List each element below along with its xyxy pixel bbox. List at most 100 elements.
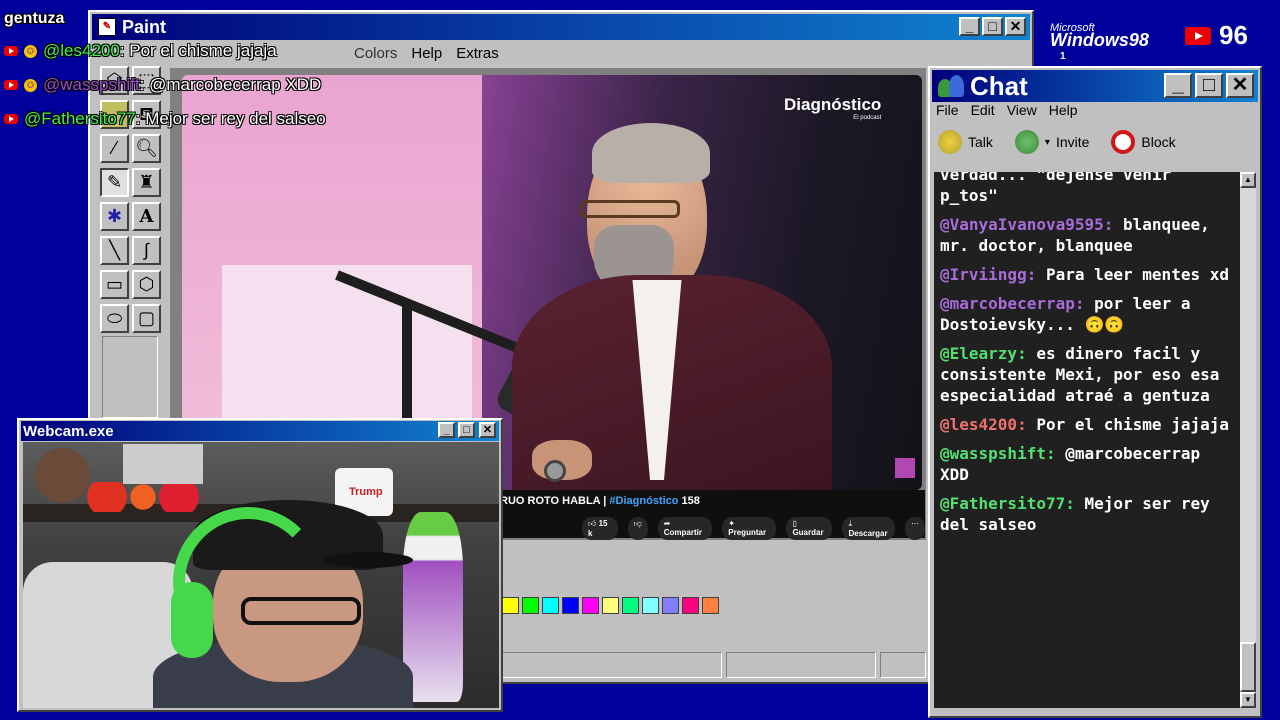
palette-swatch[interactable] xyxy=(542,597,559,614)
color-picker-tool[interactable]: ⁄ xyxy=(100,134,129,163)
palette-swatch[interactable] xyxy=(582,597,599,614)
curve-tool[interactable]: ∫ xyxy=(132,236,161,265)
chat-maximize-button[interactable]: □ xyxy=(1195,73,1223,98)
overlay-user-3: @Fathersito77 xyxy=(24,109,136,128)
chat-menu-view[interactable]: View xyxy=(1007,102,1037,118)
chat-scrollbar[interactable]: ▲ ▼ xyxy=(1240,172,1256,708)
maximize-button[interactable]: □ xyxy=(982,17,1003,36)
chat-window: Chat _ □ ✕ File Edit View Help Talk ▾ Inv… xyxy=(928,66,1262,718)
chat-message: @wasspshift: @marcobecerrap XDD xyxy=(934,443,1240,485)
brush-tool[interactable]: ♜ xyxy=(132,168,161,197)
menu-extras[interactable]: Extras xyxy=(456,45,499,62)
save-button[interactable]: ▯ Guardar xyxy=(786,517,833,540)
palette-swatch[interactable] xyxy=(642,597,659,614)
webcam-minimize-button[interactable]: _ xyxy=(438,422,455,438)
polygon-tool[interactable]: ⬡ xyxy=(132,270,161,299)
chat-people-icon xyxy=(936,73,966,99)
like-button[interactable]: 👍︎ 15 k xyxy=(582,517,618,540)
chat-message: @les4200: Por el chisme jajaja xyxy=(934,414,1240,435)
youtube-icon xyxy=(4,114,18,124)
chat-menu-help[interactable]: Help xyxy=(1049,102,1078,118)
webcam-titlebar[interactable]: Webcam.exe _ □ ✕ xyxy=(21,421,499,441)
more-button[interactable]: ⋯ xyxy=(904,517,925,540)
palette-swatch[interactable] xyxy=(682,597,699,614)
chat-username[interactable]: @VanyaIvanova9595: xyxy=(940,215,1113,234)
scroll-thumb[interactable] xyxy=(1240,642,1256,692)
chat-toolbar: Talk ▾ Invite Block xyxy=(938,130,1176,154)
chat-message: verdad... "dejense venir p_tos" xyxy=(934,172,1240,206)
paint-title: Paint xyxy=(122,16,167,37)
chat-username[interactable]: @marcobecerrap: xyxy=(940,294,1085,313)
brand-sub: El podcast xyxy=(853,115,882,121)
chat-menubar: File Edit View Help xyxy=(936,102,1078,118)
download-button[interactable]: ⤓ Descargar xyxy=(842,517,895,540)
chat-close-button[interactable]: ✕ xyxy=(1226,73,1254,98)
menu-help[interactable]: Help xyxy=(411,45,442,62)
close-button[interactable]: ✕ xyxy=(1005,17,1026,36)
chat-minimize-button[interactable]: _ xyxy=(1164,73,1192,98)
chat-titlebar[interactable]: Chat _ □ ✕ xyxy=(932,70,1258,102)
text-tool[interactable]: A xyxy=(132,202,161,231)
palette-swatch[interactable] xyxy=(662,597,679,614)
ask-button[interactable]: ✦ Preguntar xyxy=(722,517,777,540)
scroll-up-button[interactable]: ▲ xyxy=(1240,172,1256,188)
paper-towel-label: Trump xyxy=(349,486,383,498)
chat-username[interactable]: @Irviingg: xyxy=(940,265,1036,284)
chat-text: verdad... "dejense venir p_tos" xyxy=(940,172,1172,205)
dislike-button[interactable]: 👎︎ xyxy=(627,517,648,540)
corner-logo xyxy=(895,458,915,478)
rounded-rect-tool[interactable]: ▢ xyxy=(132,304,161,333)
chat-message: @Irviingg: Para leer mentes xd xyxy=(934,264,1240,285)
status-cell-2 xyxy=(726,652,876,678)
chat-username[interactable]: @Elearzy: xyxy=(940,344,1027,363)
palette-swatch[interactable] xyxy=(702,597,719,614)
host-glasses xyxy=(580,200,680,218)
win98-num: 1 xyxy=(1060,51,1066,62)
pencil-tool[interactable]: ✎ xyxy=(100,168,129,197)
palette-swatch[interactable] xyxy=(602,597,619,614)
webcam-close-button[interactable]: ✕ xyxy=(479,422,496,438)
overlay-top-user: gentuza xyxy=(4,10,65,27)
color-palette xyxy=(502,597,719,614)
status-cell-1 xyxy=(500,652,722,678)
share-button[interactable]: ➦ Compartir xyxy=(657,517,713,540)
scroll-down-button[interactable]: ▼ xyxy=(1240,692,1256,708)
rectangle-tool[interactable]: ▭ xyxy=(100,270,129,299)
chat-username[interactable]: @Fathersito77: xyxy=(940,494,1075,513)
flowers xyxy=(83,482,203,512)
chat-username[interactable]: @les4200: xyxy=(940,415,1027,434)
streamer-glasses xyxy=(241,597,361,625)
ellipse-tool[interactable]: ⬭ xyxy=(100,304,129,333)
overlay-chat-line-2: ✪ @wasspshift : @marcobecerrap XDD xyxy=(4,74,321,96)
overlay-user-2: @wasspshift xyxy=(43,75,140,94)
palette-swatch[interactable] xyxy=(562,597,579,614)
chat-username[interactable]: @wasspshift: xyxy=(940,444,1056,463)
talk-button[interactable]: Talk xyxy=(938,130,993,154)
subscriber-count: 96 xyxy=(1219,20,1248,50)
chat-text: Para leer mentes xd xyxy=(1036,265,1229,284)
chat-menu-file[interactable]: File xyxy=(936,102,959,118)
palette-swatch[interactable] xyxy=(522,597,539,614)
line-tool[interactable]: ╲ xyxy=(100,236,129,265)
airbrush-tool[interactable]: ✱ xyxy=(100,202,129,231)
paint-titlebar[interactable]: ✎ Paint _ □ ✕ xyxy=(92,14,1030,40)
block-icon xyxy=(1111,130,1136,154)
youtube-plaque xyxy=(123,444,203,484)
tool-options-box[interactable] xyxy=(102,336,158,418)
block-button[interactable]: Block xyxy=(1111,130,1176,154)
member-badge-icon: ✪ xyxy=(24,44,37,58)
minimize-button[interactable]: _ xyxy=(959,17,980,36)
menu-colors[interactable]: Colors xyxy=(354,45,397,62)
chat-text: Por el chisme jajaja xyxy=(1026,415,1229,434)
chat-menu-edit[interactable]: Edit xyxy=(971,102,995,118)
invite-button[interactable]: ▾ Invite xyxy=(1014,130,1089,154)
video-title: RUO ROTO HABLA | xyxy=(500,495,610,507)
magnifier-tool[interactable]: 🔍︎ xyxy=(132,134,161,163)
video-hashtag[interactable]: #Diagnóstico xyxy=(609,495,678,507)
webcam-maximize-button[interactable]: □ xyxy=(458,422,475,438)
palette-swatch[interactable] xyxy=(622,597,639,614)
chat-messages[interactable]: verdad... "dejense venir p_tos" @VanyaIva… xyxy=(934,172,1240,708)
palette-swatch[interactable] xyxy=(502,597,519,614)
cap-brim xyxy=(323,552,413,568)
chat-message: @VanyaIvanova9595: blanquee, mr. doctor,… xyxy=(934,214,1240,256)
